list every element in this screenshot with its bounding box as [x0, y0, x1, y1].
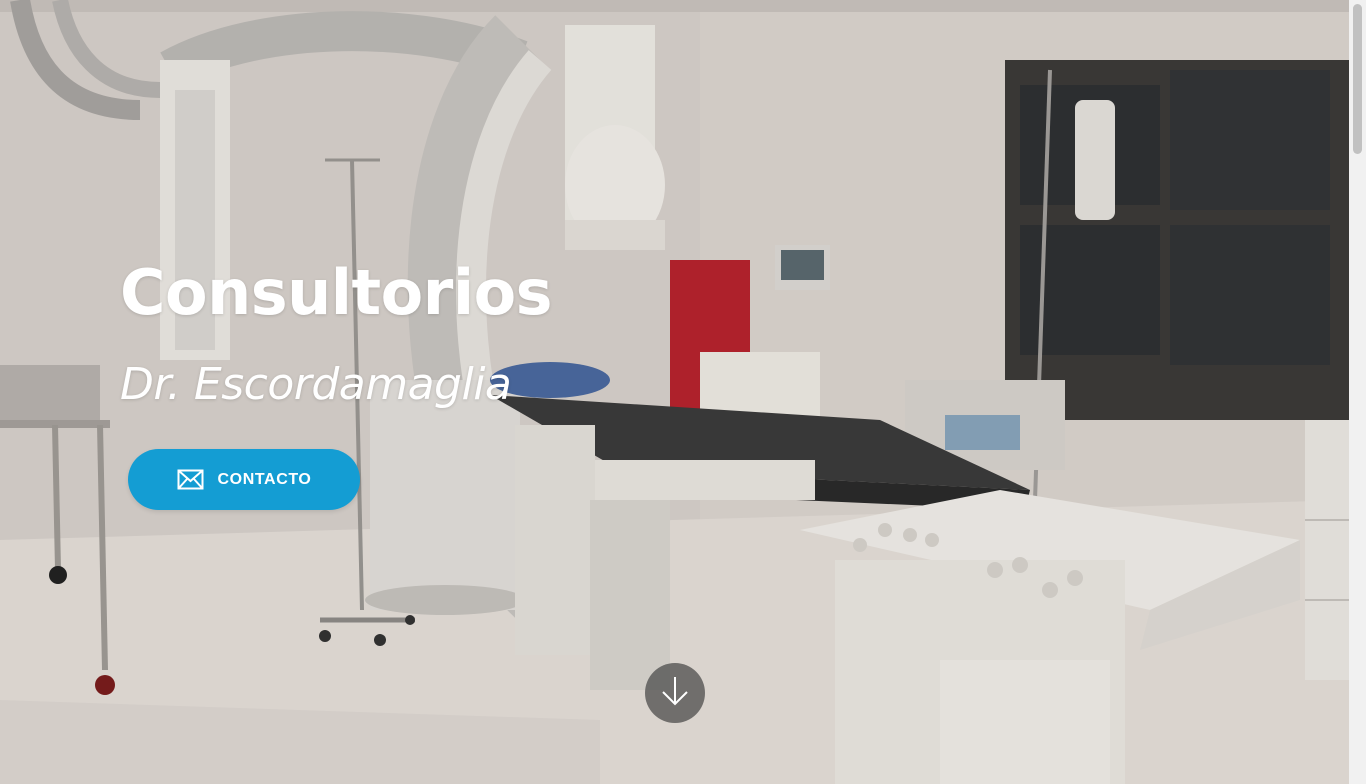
scroll-down-button[interactable] — [645, 663, 705, 723]
contact-button-label: CONTACTO — [217, 470, 312, 488]
hero-content: Consultorios Dr. Escordamaglia — [120, 255, 553, 411]
scrollbar-thumb[interactable] — [1353, 4, 1362, 154]
envelope-icon — [177, 469, 204, 490]
page-scrollbar[interactable] — [1349, 0, 1366, 784]
arrow-down-icon — [659, 674, 691, 712]
hero-subtitle: Dr. Escordamaglia — [120, 359, 512, 410]
contact-button[interactable]: CONTACTO — [128, 449, 360, 510]
hero-section: Consultorios Dr. Escordamaglia CONTACTO — [0, 0, 1366, 784]
hero-title: Consultorios — [120, 256, 553, 329]
